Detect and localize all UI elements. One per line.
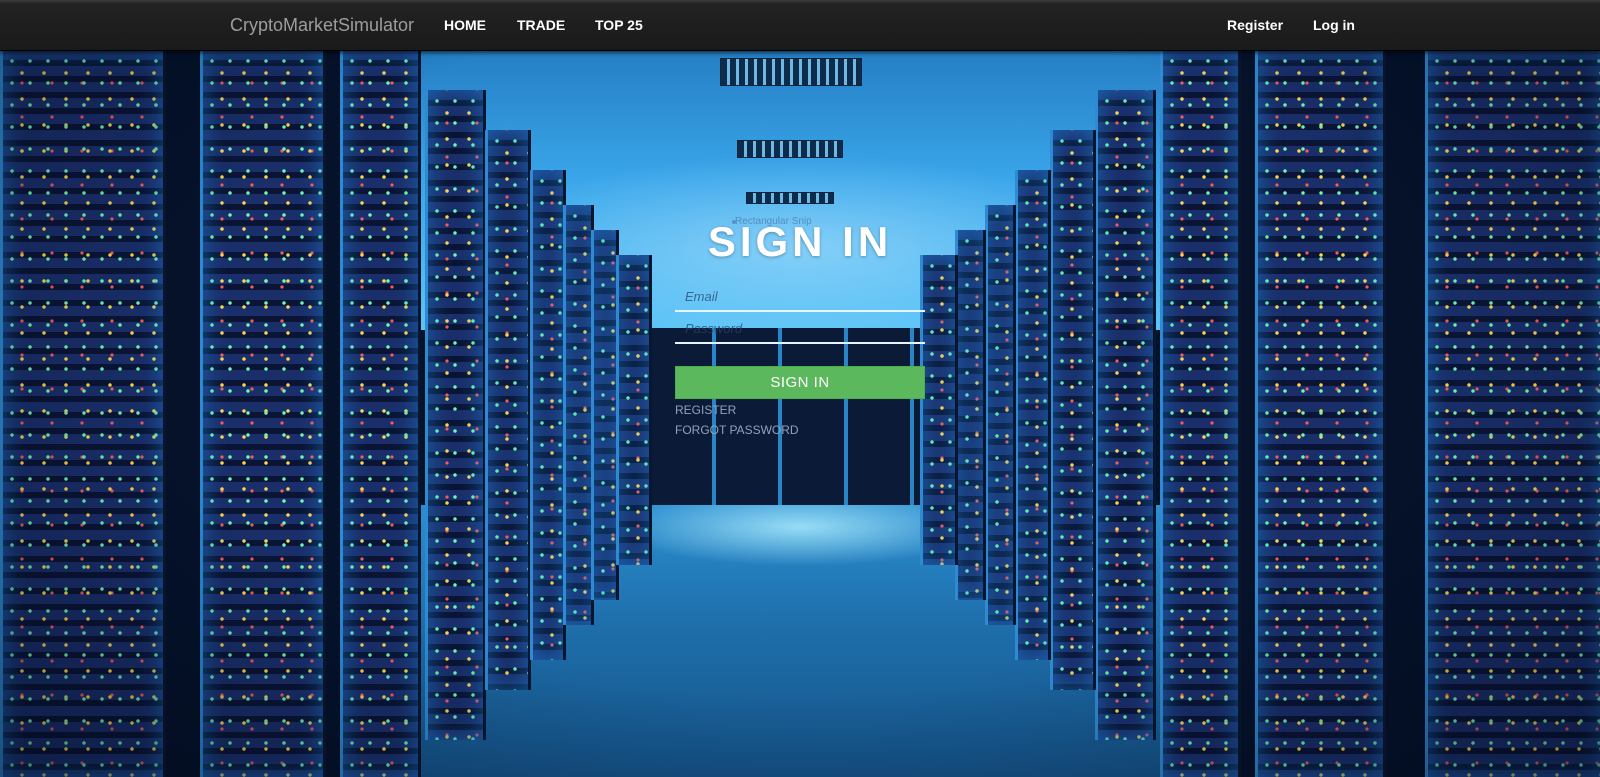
email-field[interactable] (675, 282, 925, 312)
sign-in-button[interactable]: SIGN IN (675, 366, 925, 399)
nav-trade-link[interactable]: TRADE (517, 17, 565, 33)
brand-link[interactable]: CryptoMarketSimulator (230, 15, 414, 36)
register-link[interactable]: Register (1227, 17, 1283, 33)
nav-top25-link[interactable]: TOP 25 (595, 17, 643, 33)
navbar: CryptoMarketSimulator HOME TRADE TOP 25 … (0, 0, 1600, 51)
page-title: SIGN IN (707, 218, 893, 265)
nav-home-link[interactable]: HOME (444, 17, 486, 33)
login-link[interactable]: Log in (1313, 17, 1355, 33)
register-form-link[interactable]: REGISTER (675, 403, 736, 417)
forgot-password-link[interactable]: FORGOT PASSWORD (675, 423, 799, 437)
password-field[interactable] (675, 314, 925, 344)
